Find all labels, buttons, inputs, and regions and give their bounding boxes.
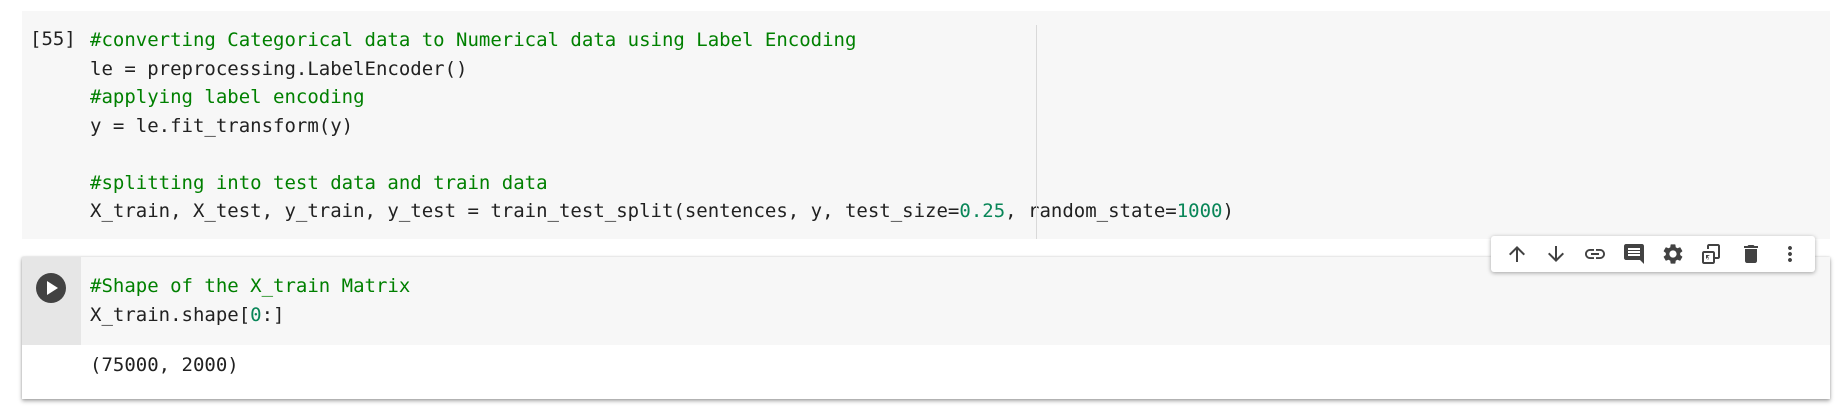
code-line: #converting Categorical data to Numerica… (90, 26, 1234, 55)
arrow-down-icon[interactable] (1539, 239, 1573, 269)
code-line: #applying label encoding (90, 83, 1234, 112)
cell-toolbar (1491, 236, 1815, 272)
code-editor[interactable]: #converting Categorical data to Numerica… (90, 26, 1234, 226)
mirror-cell-icon[interactable] (1695, 239, 1729, 269)
code-comment: #applying label encoding (90, 86, 365, 108)
code-line: le = preprocessing.LabelEncoder() (90, 55, 1234, 84)
cell-output: (75000, 2000) (90, 354, 239, 376)
gear-icon[interactable] (1656, 239, 1690, 269)
play-icon[interactable] (36, 273, 66, 303)
code-number: 0.25 (959, 200, 1006, 222)
code-comment: #Shape of the X_train Matrix (90, 275, 411, 297)
code-cell-55[interactable]: [55] #converting Categorical data to Num… (22, 11, 1830, 239)
code-token: :] (261, 303, 285, 326)
code-comment: #splitting into test data and train data (90, 171, 548, 194)
code-line: X_train.shape[0:] (90, 301, 410, 330)
code-comment: #converting Categorical data to Numerica… (90, 29, 857, 51)
arrow-up-icon[interactable] (1500, 239, 1534, 269)
cell-gutter (22, 257, 81, 345)
code-token: y = le.fit_transform(y) (90, 114, 354, 137)
code-token: , random_state= (1005, 200, 1177, 222)
comment-icon[interactable] (1617, 239, 1651, 269)
code-number: 0 (250, 303, 262, 326)
code-token: X_train, X_test, y_train, y_test = train… (90, 200, 960, 222)
link-icon[interactable] (1578, 239, 1612, 269)
execution-count: [55] (30, 28, 76, 50)
code-token: X_train.shape[ (90, 303, 251, 326)
code-line: #splitting into test data and train data (90, 169, 1234, 198)
code-line: #Shape of the X_train Matrix (90, 272, 410, 301)
code-token: ) (1222, 200, 1234, 222)
code-cell-active[interactable]: #Shape of the X_train Matrix X_train.shap… (22, 257, 1830, 399)
line-length-ruler (1036, 25, 1037, 239)
code-line: y = le.fit_transform(y) (90, 112, 1234, 141)
code-line: X_train, X_test, y_train, y_test = train… (90, 197, 1234, 226)
code-number: 1000 (1176, 200, 1223, 222)
more-vert-icon[interactable] (1773, 239, 1807, 269)
code-token: le = preprocessing.LabelEncoder() (90, 57, 468, 80)
code-text[interactable]: #Shape of the X_train Matrix X_train.shap… (90, 272, 410, 329)
trash-icon[interactable] (1734, 239, 1768, 269)
